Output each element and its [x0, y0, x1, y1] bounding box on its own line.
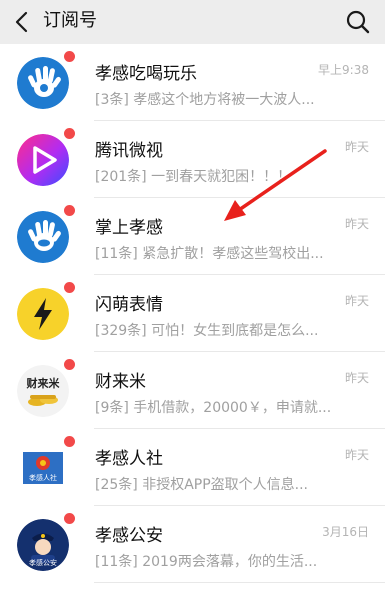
subscription-item[interactable]: 财来米 财来米 [9条] 手机借款，20000￥，申请就... 昨天: [0, 352, 385, 429]
message-snippet: [11条] 紧急扩散！孝感这些驾校出...: [95, 246, 324, 262]
emblem-icon: 孝感人社: [23, 452, 63, 484]
weishi-play-icon: [17, 134, 69, 186]
unread-dot: [64, 282, 75, 293]
subscription-item[interactable]: 孝感吃喝玩乐 [3条] 孝感这个地方将被一大波人... 早上9:38: [0, 44, 385, 121]
unread-dot: [64, 513, 75, 524]
lightning-icon: [17, 288, 69, 340]
account-name: 孝感吃喝玩乐: [95, 64, 197, 84]
message-snippet: [11条] 2019两会落幕，你的生活...: [95, 554, 318, 570]
message-snippet: [9条] 手机借款，20000￥，申请就...: [95, 400, 330, 416]
back-arrow-icon[interactable]: [9, 8, 37, 36]
subscription-item[interactable]: 腾讯微视 [201条] 一到春天就犯困！！！ 昨天: [0, 121, 385, 198]
account-name: 腾讯微视: [95, 141, 163, 161]
subscription-item[interactable]: 孝感人社 孝感人社 [25条] 非授权APP盗取个人信息... 昨天: [0, 429, 385, 506]
account-name: 孝感人社: [95, 449, 163, 469]
message-snippet: [201条] 一到春天就犯困！！！: [95, 169, 292, 185]
timestamp: 昨天: [344, 140, 369, 154]
hand-logo-icon: [17, 57, 69, 109]
subscription-item[interactable]: 掌上孝感 [11条] 紧急扩散！孝感这些驾校出... 昨天: [0, 198, 385, 275]
subscription-item[interactable]: 闪萌表情 [329条] 可怕！女生到底都是怎么... 昨天: [0, 275, 385, 352]
police-icon: 孝感公安: [17, 519, 69, 571]
search-icon[interactable]: [345, 9, 371, 35]
svg-text:孝感公安: 孝感公安: [29, 558, 57, 567]
unread-dot: [64, 205, 75, 216]
hand-logo-icon: [17, 211, 69, 263]
message-snippet: [25条] 非授权APP盗取个人信息...: [95, 477, 309, 493]
unread-dot: [64, 359, 75, 370]
subscription-item[interactable]: 孝感公安 孝感公安 [11条] 2019两会落幕，你的生活... 3月16日: [0, 506, 385, 583]
message-snippet: [3条] 孝感这个地方将被一大波人...: [95, 92, 315, 108]
avatar: [17, 205, 75, 263]
account-name: 掌上孝感: [95, 218, 163, 238]
timestamp: 昨天: [344, 217, 369, 231]
avatar: [17, 128, 75, 186]
timestamp: 昨天: [344, 448, 369, 462]
timestamp: 3月16日: [322, 525, 369, 539]
avatar: [17, 51, 75, 109]
unread-dot: [64, 51, 75, 62]
timestamp: 昨天: [344, 294, 369, 308]
account-name: 孝感公安: [95, 526, 163, 546]
avatar: 孝感公安: [17, 513, 75, 571]
avatar: [17, 282, 75, 340]
account-name: 财来米: [95, 372, 146, 392]
svg-text:孝感人社: 孝感人社: [29, 473, 57, 482]
subscription-list: 孝感吃喝玩乐 [3条] 孝感这个地方将被一大波人... 早上9:38 腾讯微视 …: [0, 44, 385, 583]
account-name: 闪萌表情: [95, 295, 163, 315]
timestamp: 昨天: [344, 371, 369, 385]
message-snippet: [329条] 可怕！女生到底都是怎么...: [95, 323, 319, 339]
avatar: 财来米: [17, 359, 75, 417]
avatar: 孝感人社: [17, 436, 75, 494]
timestamp: 早上9:38: [318, 63, 369, 77]
page-title: 订阅号: [43, 10, 97, 31]
divider: [94, 582, 385, 583]
svg-text:财来米: 财来米: [26, 376, 61, 390]
unread-dot: [64, 436, 75, 447]
gold-coins-icon: 财来米: [17, 365, 69, 417]
unread-dot: [64, 128, 75, 139]
top-bar: 订阅号: [0, 0, 385, 44]
